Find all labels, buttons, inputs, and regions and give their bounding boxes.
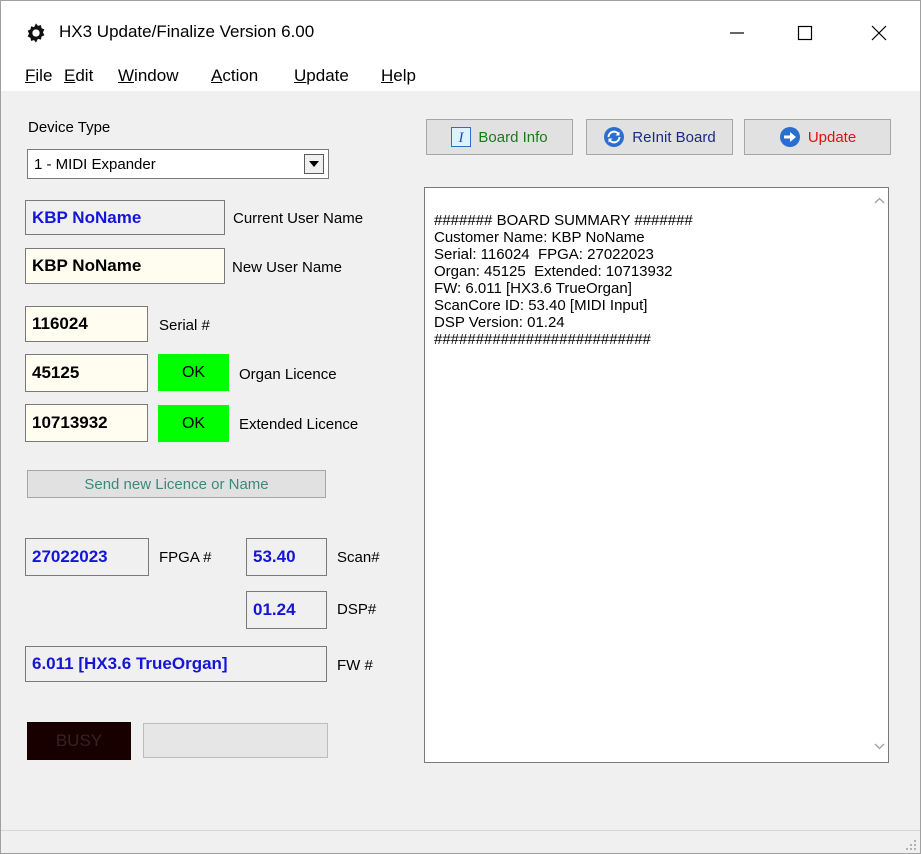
window-title: HX3 Update/Finalize Version 6.00 — [59, 22, 315, 41]
dsp-field: 01.24 — [246, 591, 327, 629]
organ-licence-status: OK — [158, 354, 229, 391]
update-button[interactable]: Update — [744, 119, 891, 155]
fw-label: FW # — [337, 657, 373, 674]
fpga-field: 27022023 — [25, 538, 149, 576]
busy-indicator: BUSY — [27, 722, 131, 760]
minimize-button[interactable] — [714, 13, 760, 53]
extended-licence-input[interactable]: 10713932 — [25, 404, 148, 442]
close-icon — [871, 25, 887, 41]
current-user-name-field: KBP NoName — [25, 200, 225, 235]
menu-help[interactable]: Help — [381, 66, 416, 86]
minimize-icon — [730, 32, 744, 34]
current-user-name-label: Current User Name — [233, 210, 364, 227]
resize-grip-icon[interactable] — [905, 839, 917, 851]
dsp-label: DSP# — [337, 601, 377, 618]
summary-line: ########################## — [434, 331, 651, 348]
menu-action[interactable]: Action — [211, 66, 258, 86]
extended-licence-status: OK — [158, 405, 229, 442]
title-bar[interactable]: HX3 Update/Finalize Version 6.00 — [1, 1, 920, 63]
extended-licence-label: Extended Licence — [239, 416, 359, 433]
new-user-name-input[interactable]: KBP NoName — [25, 248, 225, 284]
scan-label: Scan# — [337, 549, 380, 566]
summary-line: ####### BOARD SUMMARY ####### — [434, 212, 693, 229]
organ-licence-label: Organ Licence — [239, 366, 337, 383]
summary-line: Serial: 116024 FPGA: 27022023 — [434, 246, 654, 263]
reinit-board-label: ReInit Board — [632, 128, 716, 146]
organ-licence-input[interactable]: 45125 — [25, 354, 148, 392]
menu-window[interactable]: Window — [118, 66, 178, 86]
menu-edit[interactable]: Edit — [64, 66, 93, 86]
reinit-board-button[interactable]: ReInit Board — [586, 119, 733, 155]
device-type-value: 1 - MIDI Expander — [34, 156, 156, 173]
device-type-select[interactable]: 1 - MIDI Expander — [27, 149, 329, 179]
status-bar — [1, 830, 920, 853]
scroll-up-icon[interactable] — [874, 197, 885, 204]
send-licence-button[interactable]: Send new Licence or Name — [27, 470, 326, 498]
fw-field: 6.011 [HX3.6 TrueOrgan] — [25, 646, 327, 682]
dropdown-button[interactable] — [304, 154, 324, 174]
new-user-name-label: New User Name — [232, 259, 343, 276]
serial-label: Serial # — [159, 317, 210, 334]
summary-line: FW: 6.011 [HX3.6 TrueOrgan] — [434, 280, 632, 297]
device-type-label: Device Type — [28, 119, 111, 136]
arrow-right-icon — [779, 126, 801, 148]
summary-line: ScanCore ID: 53.40 [MIDI Input] — [434, 297, 648, 314]
app-window: HX3 Update/Finalize Version 6.00 File Ed… — [0, 0, 921, 854]
vertical-scrollbar[interactable] — [871, 188, 888, 762]
fpga-label: FPGA # — [159, 549, 212, 566]
refresh-icon — [603, 126, 625, 148]
gear-icon — [27, 23, 45, 43]
scan-field: 53.40 — [246, 538, 327, 576]
board-info-label: Board Info — [478, 128, 548, 146]
close-button[interactable] — [856, 13, 902, 53]
summary-line: DSP Version: 01.24 — [434, 314, 565, 331]
update-label: Update — [807, 128, 857, 146]
chevron-down-icon — [309, 161, 319, 167]
menu-bar: File Edit Window Action Update Help — [1, 63, 920, 92]
progress-bar — [143, 723, 328, 758]
svg-text:I: I — [458, 130, 465, 146]
summary-line: Customer Name: KBP NoName — [434, 229, 645, 246]
summary-line: Organ: 45125 Extended: 10713932 — [434, 263, 673, 280]
scroll-down-icon[interactable] — [874, 743, 885, 750]
menu-file[interactable]: File — [25, 66, 52, 86]
info-icon: I — [451, 127, 472, 147]
board-info-button[interactable]: I Board Info — [426, 119, 573, 155]
menu-update[interactable]: Update — [294, 66, 349, 86]
maximize-button[interactable] — [782, 13, 828, 53]
serial-input[interactable]: 116024 — [25, 306, 148, 342]
board-summary-text: ####### BOARD SUMMARY ####### Customer N… — [434, 212, 693, 348]
maximize-icon — [797, 25, 813, 41]
board-summary-textarea[interactable]: ####### BOARD SUMMARY ####### Customer N… — [424, 187, 889, 763]
